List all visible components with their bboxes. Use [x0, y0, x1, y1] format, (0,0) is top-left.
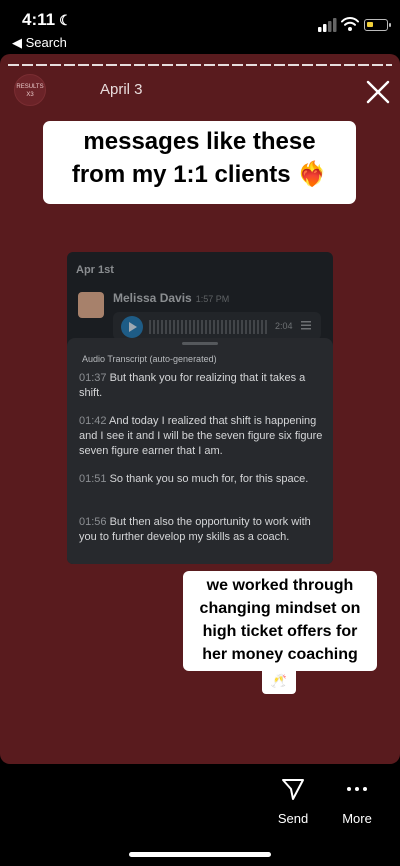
story-progress-bar — [8, 64, 392, 66]
transcript-entry: 01:56 But then also the opportunity to w… — [79, 516, 311, 543]
avatar-text: RESULTS — [16, 84, 44, 90]
clinking-glasses-emoji: 🥂 — [262, 668, 296, 694]
moon-icon: ☾ — [59, 12, 72, 28]
send-label: Send — [277, 811, 309, 826]
profile-avatar[interactable]: RESULTS X3 — [14, 74, 46, 106]
transcript-title: Audio Transcript (auto-generated) — [82, 354, 217, 364]
caption-line: changing mindset on — [199, 600, 361, 617]
transcript-entry: 01:42 And today I realized that shift is… — [79, 415, 323, 457]
more-button[interactable]: More — [327, 776, 387, 826]
battery-icon — [364, 19, 391, 31]
more-label: More — [342, 811, 372, 826]
caption-line: her money coaching — [202, 646, 358, 663]
back-to-search-link[interactable]: ◀ Search — [12, 35, 67, 51]
slack-screenshot: Apr 1st Melissa Davis 1:57 PM 2:04 Audio … — [67, 252, 333, 564]
waveform — [149, 320, 269, 334]
caption-text-box: we worked through changing mindset on hi… — [183, 571, 377, 671]
story-view[interactable]: RESULTS X3 April 3 messages like these f… — [0, 54, 400, 764]
headline-line: from my 1:1 clients ❤️‍🔥 — [71, 161, 328, 188]
status-bar: 4:11 ☾ ◀ Search — [0, 0, 400, 54]
message-time: 1:57 PM — [195, 294, 230, 304]
transcript-icon — [301, 321, 311, 330]
sender-avatar — [78, 292, 104, 318]
play-icon — [121, 316, 143, 338]
transcript-entry: 01:51 So thank you so much for, for this… — [79, 473, 309, 485]
close-icon[interactable] — [365, 79, 391, 105]
send-button[interactable]: Send — [263, 776, 323, 826]
send-icon — [282, 779, 304, 800]
headline-text-box: messages like these from my 1:1 clients … — [43, 121, 356, 204]
sender-name: Melissa Davis 1:57 PM — [113, 291, 230, 305]
transcript-panel: Audio Transcript (auto-generated) 01:37 … — [67, 338, 333, 564]
home-indicator[interactable] — [129, 852, 271, 857]
transcript-entry: 01:37 But thank you for realizing that i… — [79, 372, 306, 399]
audio-message: 2:04 — [113, 312, 321, 340]
audio-duration: 2:04 — [275, 321, 293, 331]
avatar-subtext: X3 — [26, 92, 34, 98]
drag-handle — [182, 342, 218, 345]
story-date: April 3 — [100, 81, 143, 98]
clock-time: 4:11 — [22, 10, 56, 29]
wifi-icon — [341, 17, 359, 31]
slack-date-divider: Apr 1st — [76, 264, 114, 276]
headline-line: messages like these — [83, 128, 316, 155]
caption-line: high ticket offers for — [202, 623, 358, 640]
more-icon — [347, 787, 367, 791]
cellular-signal-icon — [318, 18, 337, 32]
clock: 4:11 ☾ — [22, 10, 72, 30]
caption-line: we worked through — [206, 577, 354, 594]
